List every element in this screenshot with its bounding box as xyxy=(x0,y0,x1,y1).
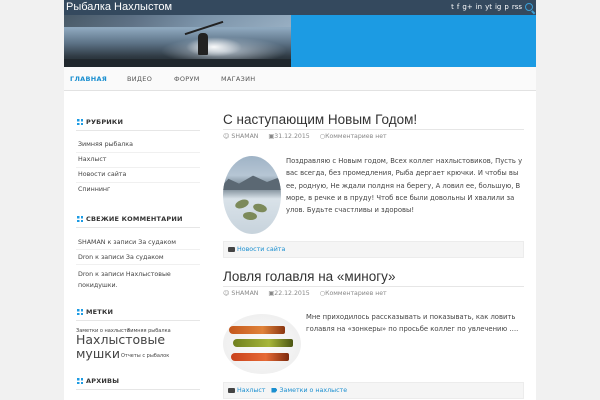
author-link[interactable]: ☺ SHAMAN xyxy=(223,133,262,140)
sidebar-item-site-news[interactable]: Новости сайта xyxy=(78,171,126,178)
sidebar-item-spinning[interactable]: Спиннинг xyxy=(78,186,110,193)
grid-icon xyxy=(77,216,83,222)
comment-author[interactable]: SHAMAN xyxy=(78,239,106,246)
comment-item: Dron к записи Нахлыстовые покидушки. xyxy=(78,271,171,289)
comments-link[interactable]: ○Комментариев нет xyxy=(320,290,391,297)
linkedin-icon[interactable]: in xyxy=(476,0,482,15)
nav-item-shop[interactable]: МАГАЗИН xyxy=(221,67,255,91)
youtube-icon[interactable]: yt xyxy=(485,0,492,15)
divider xyxy=(76,227,200,228)
comment-item: SHAMAN к записи За судаком xyxy=(78,239,176,246)
google-plus-icon[interactable]: g+ xyxy=(462,0,472,15)
divider xyxy=(76,320,200,321)
sidebar-item-flyfishing[interactable]: Нахлыст xyxy=(78,156,106,163)
post-thumbnail[interactable] xyxy=(223,314,301,374)
nav-item-home[interactable]: ГЛАВНАЯ xyxy=(70,67,107,91)
category-link[interactable]: Нахлыст xyxy=(237,387,265,394)
facebook-icon[interactable]: f xyxy=(457,0,459,15)
site-title[interactable]: Рыбалка Нахлыстом xyxy=(66,0,172,15)
comments-link[interactable]: ○Комментариев нет xyxy=(320,133,391,140)
divider xyxy=(223,286,524,287)
comment-author[interactable]: Dron xyxy=(78,271,93,278)
divider xyxy=(223,129,524,130)
post-footer: Нахлыст Заметки о нахлысте xyxy=(223,382,524,399)
post-excerpt: Поздравляю с Новым годом, Всех коллег на… xyxy=(286,157,523,215)
widget-title-tags: МЕТКИ xyxy=(77,308,113,316)
folder-icon xyxy=(228,246,235,252)
search-icon[interactable] xyxy=(522,0,536,15)
grid-icon xyxy=(77,309,83,315)
rss-icon[interactable]: rss xyxy=(512,0,522,15)
grid-icon xyxy=(77,119,83,125)
post-meta: ☺ SHAMAN ▣31.12.2015 ○Комментариев нет xyxy=(223,133,395,140)
divider xyxy=(76,130,200,131)
comment-author[interactable]: Dron xyxy=(78,254,93,261)
widget-title-rubrics: РУБРИКИ xyxy=(77,118,123,126)
comment-item: Dron к записи За судаком xyxy=(78,254,164,261)
category-link[interactable]: Новости сайта xyxy=(237,246,285,253)
post-thumbnail[interactable] xyxy=(223,156,281,234)
widget-title-comments: СВЕЖИЕ КОММЕНТАРИИ xyxy=(77,215,183,223)
post-title[interactable]: Ловля голавля на «миногу» xyxy=(223,269,396,284)
tag-icon xyxy=(271,387,278,393)
social-links: t f g+ in yt ig p rss xyxy=(451,0,522,15)
folder-icon xyxy=(228,387,235,393)
twitter-icon[interactable]: t xyxy=(451,0,454,15)
tag-link[interactable]: Отчеты с рыбалок xyxy=(121,353,169,359)
widget-title-archives: АРХИВЫ xyxy=(77,377,119,385)
post-title[interactable]: С наступающим Новым Годом! xyxy=(223,112,417,127)
post-date: ▣31.12.2015 xyxy=(268,133,310,140)
tag-link[interactable]: Заметки о нахлысте xyxy=(279,387,347,394)
top-bar: Рыбалка Нахлыстом t f g+ in yt ig p rss xyxy=(64,0,536,15)
pinterest-icon[interactable]: p xyxy=(504,0,508,15)
sidebar-item-winter-fishing[interactable]: Зимняя рыбалка xyxy=(78,141,133,148)
main-nav: ГЛАВНАЯ ВИДЕО ФОРУМ МАГАЗИН xyxy=(64,67,536,91)
header-banner xyxy=(64,15,536,67)
nav-item-video[interactable]: ВИДЕО xyxy=(127,67,152,91)
post-date: ▣22.12.2015 xyxy=(268,290,310,297)
post-meta: ☺ SHAMAN ▣22.12.2015 ○Комментариев нет xyxy=(223,290,395,297)
divider xyxy=(76,389,200,390)
post-footer: Новости сайта xyxy=(223,241,524,258)
header-photo xyxy=(64,15,291,67)
instagram-icon[interactable]: ig xyxy=(495,0,501,15)
grid-icon xyxy=(77,378,83,384)
post-excerpt: Мне приходилось рассказывать и показыват… xyxy=(306,313,519,334)
nav-item-forum[interactable]: ФОРУМ xyxy=(174,67,200,91)
author-link[interactable]: ☺ SHAMAN xyxy=(223,290,262,297)
